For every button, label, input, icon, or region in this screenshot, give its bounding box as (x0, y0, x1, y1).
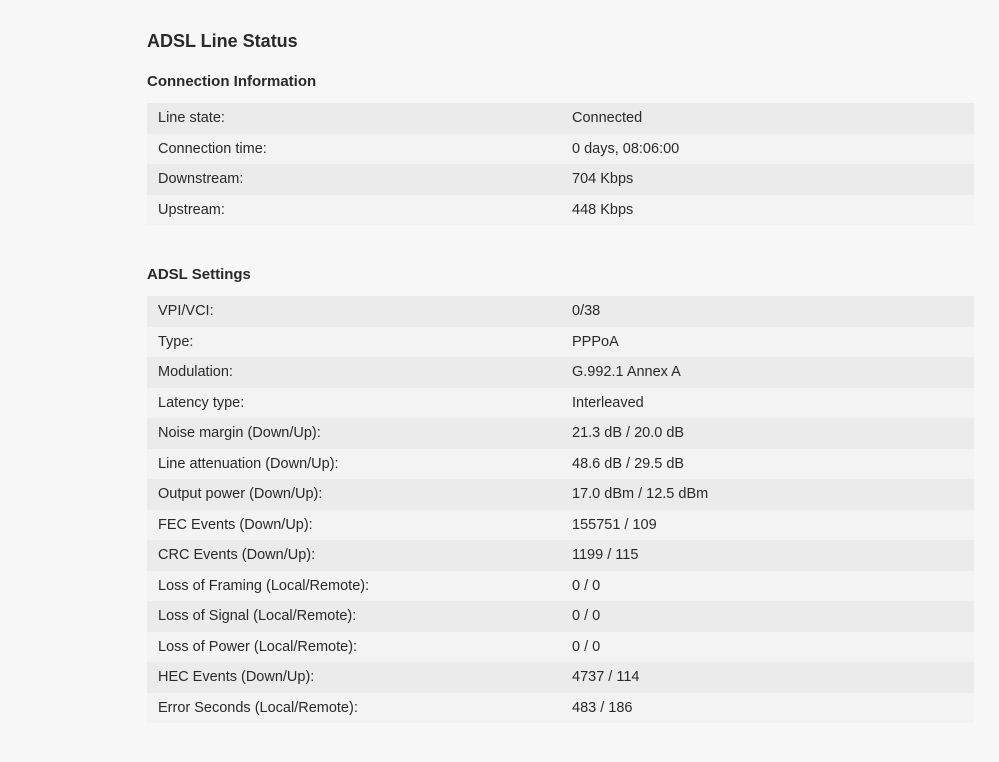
row-label: Loss of Framing (Local/Remote): (147, 570, 572, 601)
adsl-settings-heading: ADSL Settings (147, 266, 251, 283)
table-row: CRC Events (Down/Up): 1199 / 115 (147, 540, 974, 571)
row-label: Line attenuation (Down/Up): (147, 448, 572, 479)
row-value: 448 Kbps (572, 194, 974, 225)
table-row: Modulation: G.992.1 Annex A (147, 357, 974, 388)
row-value: 704 Kbps (572, 164, 974, 195)
row-label: Latency type: (147, 387, 572, 418)
row-label: Noise margin (Down/Up): (147, 418, 572, 449)
row-label: Modulation: (147, 357, 572, 388)
page-title: ADSL Line Status (147, 31, 298, 51)
row-value: 48.6 dB / 29.5 dB (572, 448, 974, 479)
row-value: 483 / 186 (572, 692, 974, 723)
table-row: Noise margin (Down/Up): 21.3 dB / 20.0 d… (147, 418, 974, 449)
row-value: 0 / 0 (572, 570, 974, 601)
row-label: FEC Events (Down/Up): (147, 509, 572, 540)
row-value: 0 / 0 (572, 631, 974, 662)
table-row: Downstream: 704 Kbps (147, 164, 974, 195)
adsl-settings-table: VPI/VCI: 0/38 Type: PPPoA Modulation: G.… (147, 296, 974, 723)
row-value: 0/38 (572, 296, 974, 327)
row-value: 21.3 dB / 20.0 dB (572, 418, 974, 449)
row-value: 1199 / 115 (572, 540, 974, 571)
row-value: Interleaved (572, 387, 974, 418)
table-row: Line attenuation (Down/Up): 48.6 dB / 29… (147, 448, 974, 479)
table-row: HEC Events (Down/Up): 4737 / 114 (147, 662, 974, 693)
row-value: Connected (572, 103, 974, 134)
connection-information-table: Line state: Connected Connection time: 0… (147, 103, 974, 225)
row-value: 155751 / 109 (572, 509, 974, 540)
table-row: Loss of Power (Local/Remote): 0 / 0 (147, 631, 974, 662)
table-row: Output power (Down/Up): 17.0 dBm / 12.5 … (147, 479, 974, 510)
row-value: 0 days, 08:06:00 (572, 133, 974, 164)
row-value: G.992.1 Annex A (572, 357, 974, 388)
row-label: Loss of Power (Local/Remote): (147, 631, 572, 662)
row-label: Type: (147, 326, 572, 357)
table-row: Upstream: 448 Kbps (147, 194, 974, 225)
table-row: FEC Events (Down/Up): 155751 / 109 (147, 509, 974, 540)
table-row: Error Seconds (Local/Remote): 483 / 186 (147, 692, 974, 723)
row-value: 17.0 dBm / 12.5 dBm (572, 479, 974, 510)
table-row: VPI/VCI: 0/38 (147, 296, 974, 327)
row-label: CRC Events (Down/Up): (147, 540, 572, 571)
row-label: Downstream: (147, 164, 572, 195)
row-value: 0 / 0 (572, 601, 974, 632)
table-row: Loss of Signal (Local/Remote): 0 / 0 (147, 601, 974, 632)
table-row: Type: PPPoA (147, 326, 974, 357)
table-row: Loss of Framing (Local/Remote): 0 / 0 (147, 570, 974, 601)
row-value: PPPoA (572, 326, 974, 357)
row-value: 4737 / 114 (572, 662, 974, 693)
table-row: Connection time: 0 days, 08:06:00 (147, 133, 974, 164)
table-row: Latency type: Interleaved (147, 387, 974, 418)
row-label: HEC Events (Down/Up): (147, 662, 572, 693)
row-label: VPI/VCI: (147, 296, 572, 327)
row-label: Loss of Signal (Local/Remote): (147, 601, 572, 632)
row-label: Upstream: (147, 194, 572, 225)
row-label: Line state: (147, 103, 572, 134)
table-row: Line state: Connected (147, 103, 974, 134)
row-label: Output power (Down/Up): (147, 479, 572, 510)
row-label: Error Seconds (Local/Remote): (147, 692, 572, 723)
row-label: Connection time: (147, 133, 572, 164)
connection-information-heading: Connection Information (147, 73, 317, 90)
